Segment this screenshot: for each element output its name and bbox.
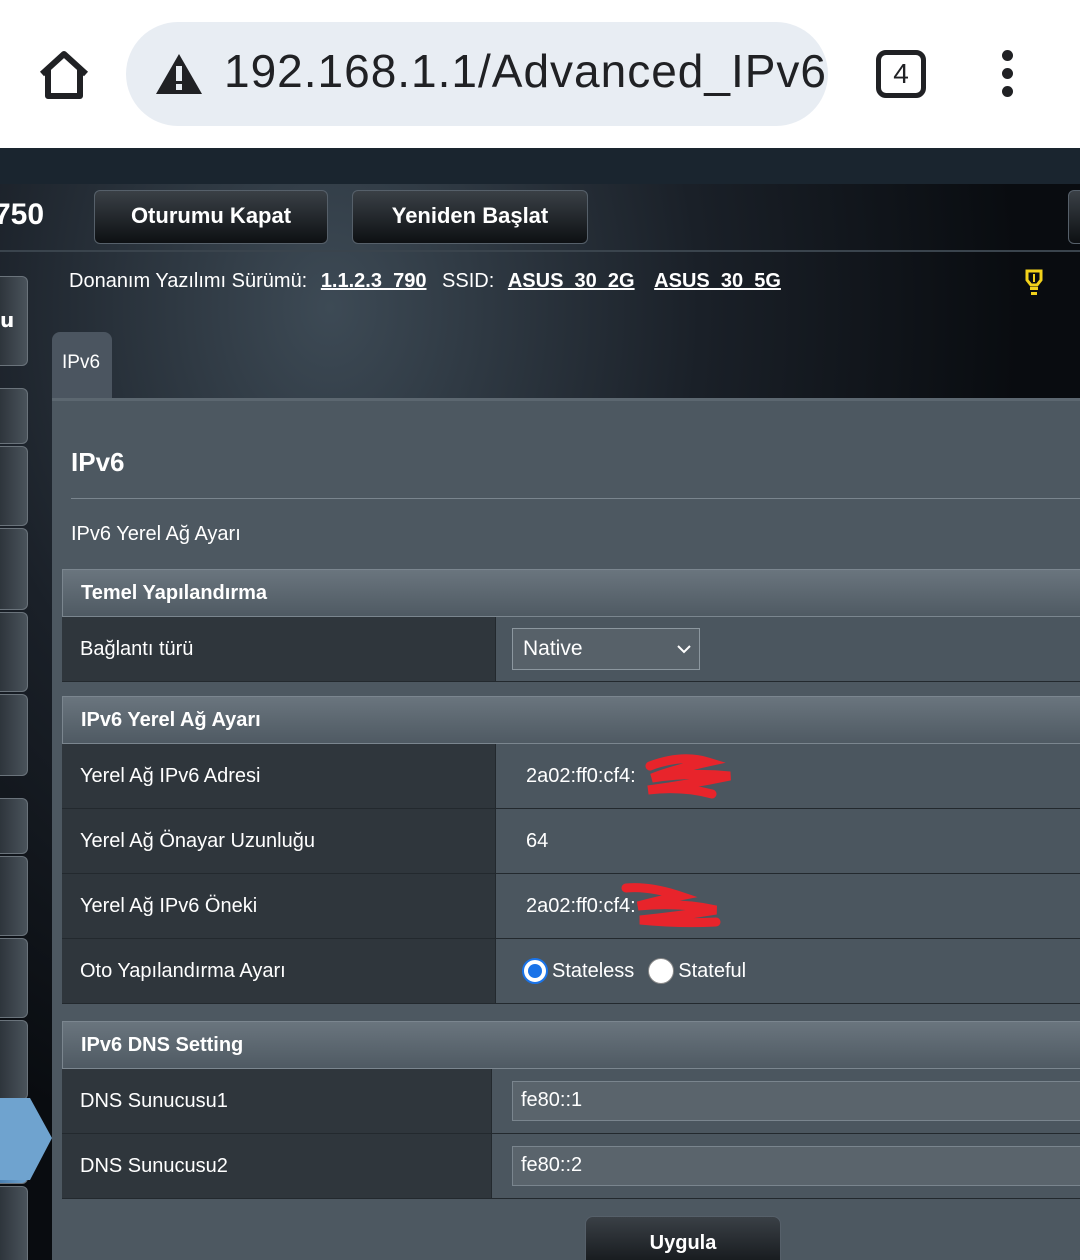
- table-row: Yerel Ağ IPv6 Öneki 2a02:ff0:cf4:: [62, 874, 1080, 939]
- router-model: 750: [0, 198, 45, 231]
- lan-config-table: IPv6 Yerel Ağ Ayarı Yerel Ağ IPv6 Adresi…: [62, 696, 1080, 1004]
- dns1-input[interactable]: fe80::1: [512, 1081, 1080, 1121]
- page-subtitle: IPv6 Yerel Ağ Ayarı: [71, 523, 241, 545]
- prefix-length-value: 64: [526, 829, 549, 852]
- sidebar-item-4[interactable]: [0, 528, 28, 610]
- ssid-2g-link[interactable]: ASUS_30_2G: [508, 270, 635, 292]
- tab-switcher-icon[interactable]: 4: [876, 50, 926, 98]
- dns-config-table: IPv6 DNS Setting DNS Sunucusu1 fe80::1 D…: [62, 1021, 1080, 1199]
- content-panel: IPv6 IPv6 Yerel Ağ Ayarı Temel Yapılandı…: [52, 398, 1080, 1260]
- header-button-partial[interactable]: [1068, 190, 1080, 244]
- header-divider: [0, 250, 1080, 252]
- conn-type-value: Native: [523, 637, 583, 660]
- radio-stateful-dot[interactable]: [648, 958, 675, 984]
- reboot-button[interactable]: Yeniden Başlat: [352, 190, 588, 244]
- title-divider: [71, 498, 1080, 499]
- lan-address-value: 2a02:ff0:cf4:: [526, 764, 636, 787]
- conn-type-label: Bağlantı türü: [62, 617, 496, 681]
- tab-ipv6[interactable]: IPv6: [52, 332, 112, 398]
- radio-stateless-dot[interactable]: [522, 958, 548, 984]
- table-row: DNS Sunucusu1 fe80::1: [62, 1069, 1080, 1134]
- autoconf-label: Oto Yapılandırma Ayarı: [62, 939, 496, 1003]
- sidebar-label: u: [0, 308, 15, 332]
- dns1-label: DNS Sunucusu1: [62, 1069, 492, 1133]
- radio-stateful[interactable]: Stateful: [648, 958, 746, 984]
- lan-address-label: Yerel Ağ IPv6 Adresi: [62, 744, 496, 808]
- radio-stateful-label: Stateful: [678, 959, 747, 982]
- home-icon[interactable]: [36, 46, 92, 102]
- sidebar-item-12[interactable]: [0, 1186, 28, 1260]
- conn-type-select[interactable]: Native: [512, 628, 700, 670]
- address-bar[interactable]: 192.168.1.1/Advanced_IPv6_: [126, 22, 828, 126]
- sidebar-item-8[interactable]: [0, 856, 28, 936]
- sidebar-item-5[interactable]: [0, 612, 28, 692]
- basic-config-header: Temel Yapılandırma: [62, 569, 1080, 617]
- basic-config-table: Temel Yapılandırma Bağlantı türü Native: [62, 569, 1080, 682]
- ssid-5g-link[interactable]: ASUS_30_5G: [654, 270, 781, 292]
- more-menu-icon[interactable]: [990, 50, 1024, 100]
- table-row: Yerel Ağ Önayar Uzunluğu 64: [62, 809, 1080, 874]
- sidebar-item-9[interactable]: [0, 938, 28, 1018]
- table-row: Bağlantı türü Native: [62, 617, 1080, 682]
- sidebar-item-6[interactable]: [0, 694, 28, 776]
- sidebar-item-2[interactable]: [0, 388, 28, 444]
- ssid-label: SSID:: [442, 270, 495, 292]
- top-strip: [0, 148, 1080, 184]
- sidebar-item-10[interactable]: [0, 1020, 28, 1100]
- browser-toolbar: 192.168.1.1/Advanced_IPv6_ 4: [0, 0, 1080, 148]
- lightbulb-icon[interactable]: [1024, 268, 1044, 296]
- table-row: Oto Yapılandırma Ayarı Stateless Statefu…: [62, 939, 1080, 1004]
- dns2-label: DNS Sunucusu2: [62, 1134, 492, 1198]
- logout-button[interactable]: Oturumu Kapat: [94, 190, 328, 244]
- firmware-version-link[interactable]: 1.1.2.3_790: [321, 270, 427, 292]
- redaction-scribble: [645, 754, 731, 799]
- prefix-length-label: Yerel Ağ Önayar Uzunluğu: [62, 809, 496, 873]
- radio-stateless-label: Stateless: [552, 959, 635, 982]
- dns2-input[interactable]: fe80::2: [512, 1146, 1080, 1186]
- active-pointer-icon: [0, 1098, 52, 1180]
- firmware-label: Donanım Yazılımı Sürümü:: [69, 270, 308, 292]
- firmware-info: Donanım Yazılımı Sürümü: 1.1.2.3_790 SSI…: [69, 270, 781, 293]
- url-text: 192.168.1.1/Advanced_IPv6_: [224, 45, 828, 97]
- dns-config-header: IPv6 DNS Setting: [62, 1021, 1080, 1069]
- radio-stateless[interactable]: Stateless: [522, 958, 634, 984]
- lan-config-header: IPv6 Yerel Ağ Ayarı: [62, 696, 1080, 744]
- router-admin-page: 750 Oturumu Kapat Yeniden Başlat Donanım…: [0, 148, 1080, 1260]
- warning-icon[interactable]: [154, 52, 204, 96]
- table-row: Yerel Ağ IPv6 Adresi 2a02:ff0:cf4:: [62, 744, 1080, 809]
- sidebar-item-3[interactable]: [0, 446, 28, 526]
- redaction-scribble: [621, 883, 721, 928]
- page-title: IPv6: [71, 447, 125, 477]
- apply-button[interactable]: Uygula: [585, 1216, 781, 1260]
- prefix-label: Yerel Ağ IPv6 Öneki: [62, 874, 496, 938]
- sidebar-item-7[interactable]: [0, 798, 28, 854]
- chevron-down-icon: [677, 645, 691, 654]
- table-row: DNS Sunucusu2 fe80::2: [62, 1134, 1080, 1199]
